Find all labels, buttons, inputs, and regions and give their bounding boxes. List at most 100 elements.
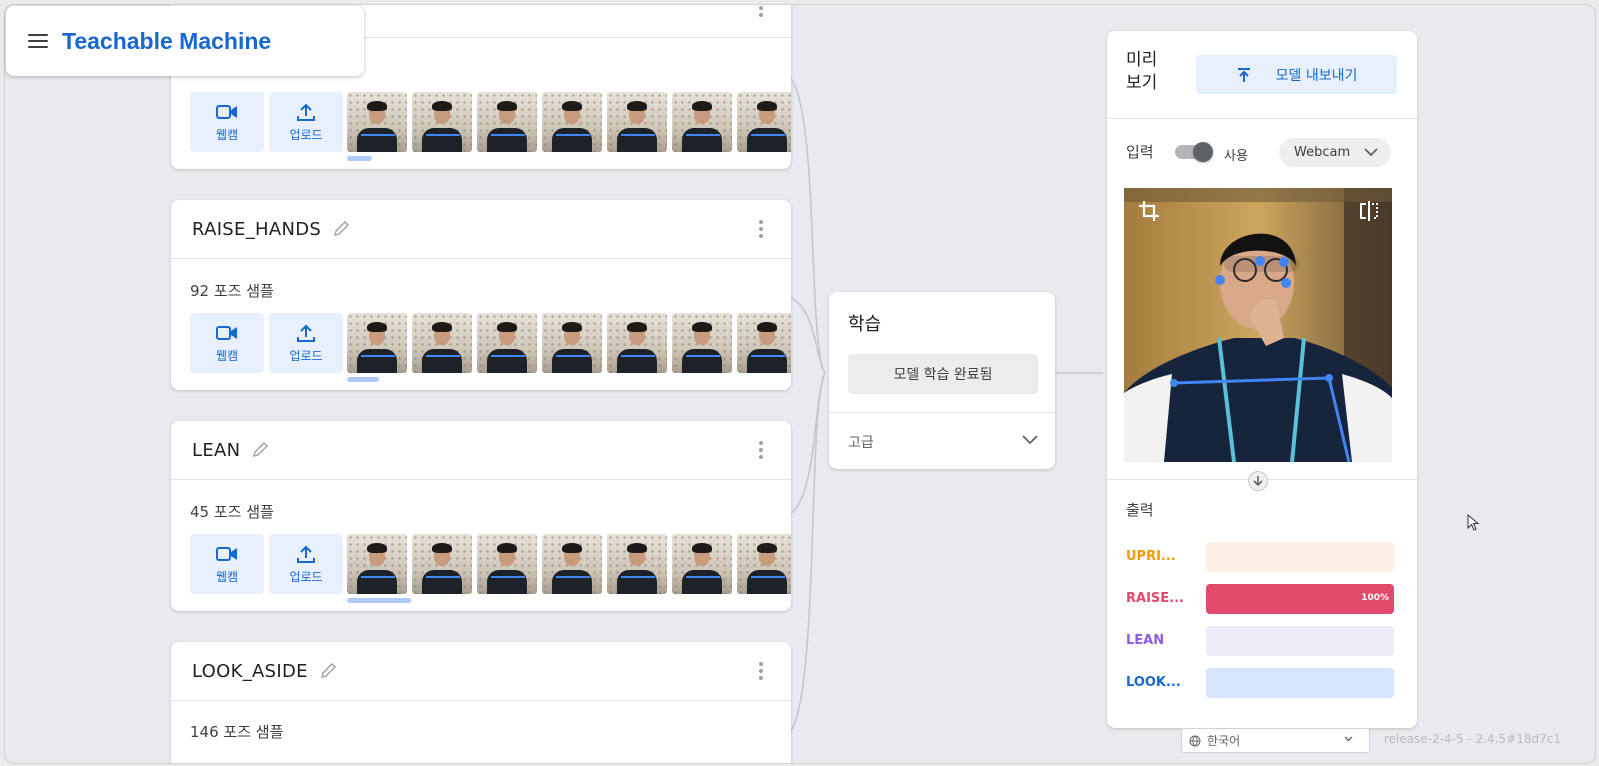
confidence-bar <box>1206 626 1394 656</box>
train-model-label: 모델 학습 완료됨 <box>893 367 993 383</box>
globe-icon <box>1189 735 1201 746</box>
language-select[interactable]: 한국어 <box>1181 728 1370 753</box>
sample-thumbnail[interactable] <box>412 534 472 594</box>
edit-pencil-icon[interactable] <box>318 661 338 681</box>
upload-icon <box>297 324 315 342</box>
sample-thumbnail[interactable] <box>737 313 791 373</box>
upload-label: 업로드 <box>289 348 323 363</box>
upload-icon <box>297 103 315 121</box>
flip-icon[interactable] <box>1358 200 1380 222</box>
more-options-icon[interactable] <box>759 441 763 459</box>
input-label: 입력 <box>1126 143 1154 161</box>
sample-thumbnail[interactable] <box>347 534 407 594</box>
input-toggle[interactable] <box>1175 142 1213 162</box>
toggle-knob <box>1193 142 1213 162</box>
export-model-label: 모델 내보내기 <box>1275 67 1358 84</box>
sample-thumbnails[interactable] <box>347 534 791 594</box>
sample-thumbnail[interactable] <box>542 92 602 152</box>
output-label: 출력 <box>1126 501 1154 519</box>
sample-thumbnail[interactable] <box>607 534 667 594</box>
output-row-lean: LEAN <box>1126 626 1394 656</box>
sample-count: 146 포즈 샘플 <box>190 723 284 741</box>
preview-card: 미리 보기 모델 내보내기 입력 사용 Webcam 출력 UPRI... RA… <box>1107 31 1417 728</box>
sample-thumbnail[interactable] <box>672 534 732 594</box>
class-name[interactable]: LOOK_ASIDE <box>192 661 308 682</box>
sample-thumbnail[interactable] <box>607 92 667 152</box>
edit-pencil-icon[interactable] <box>331 219 351 239</box>
chevron-down-icon <box>1022 435 1038 445</box>
sample-thumbnail[interactable] <box>607 313 667 373</box>
class-card-lean: LEAN 45 포즈 샘플 웹캠 업로드 <box>171 421 791 611</box>
webcam-icon <box>216 325 237 340</box>
train-model-button[interactable]: 모델 학습 완료됨 <box>848 354 1038 394</box>
edit-pencil-icon[interactable] <box>250 440 270 460</box>
class-name[interactable]: LEAN <box>192 440 240 461</box>
preview-title: 미리 보기 <box>1126 50 1158 93</box>
app-header: Teachable Machine <box>6 6 364 76</box>
webcam-button[interactable]: 웹캠 <box>190 92 264 152</box>
class-card-look-aside: LOOK_ASIDE 146 포즈 샘플 <box>171 642 791 763</box>
webcam-button[interactable]: 웹캠 <box>190 313 264 373</box>
crop-icon[interactable] <box>1138 200 1160 222</box>
more-options-icon[interactable] <box>759 5 763 17</box>
sample-thumbnail[interactable] <box>412 313 472 373</box>
version-text: release-2-4-5 - 2.4.5#18d7c1 <box>1384 732 1561 746</box>
confidence-bar <box>1206 542 1394 572</box>
upload-label: 업로드 <box>289 127 323 142</box>
confidence-bar: 100% <box>1206 584 1394 614</box>
training-title: 학습 <box>848 314 882 335</box>
webcam-frame <box>1124 188 1392 462</box>
output-class-label: RAISE... <box>1126 591 1184 606</box>
webcam-button[interactable]: 웹캠 <box>190 534 264 594</box>
export-model-button[interactable]: 모델 내보내기 <box>1196 55 1397 94</box>
output-row-look-aside: LOOK... <box>1126 668 1394 698</box>
input-source-value: Webcam <box>1294 145 1351 160</box>
sample-thumbnail[interactable] <box>737 92 791 152</box>
sample-thumbnail[interactable] <box>477 534 537 594</box>
sample-thumbnail[interactable] <box>542 313 602 373</box>
webcam-icon <box>216 546 237 561</box>
output-row-raise-hands: RAISE... 100% <box>1126 584 1394 614</box>
class-card-header: RAISE_HANDS <box>171 200 791 259</box>
sample-count: 92 포즈 샘플 <box>190 282 274 300</box>
class-name[interactable]: RAISE_HANDS <box>192 219 321 240</box>
hamburger-menu-icon[interactable] <box>28 34 48 48</box>
sample-thumbnail[interactable] <box>672 313 732 373</box>
thumbnail-scrollbar[interactable] <box>347 156 372 161</box>
sample-thumbnail[interactable] <box>737 534 791 594</box>
sample-thumbnail[interactable] <box>412 92 472 152</box>
chevron-down-icon <box>1364 148 1378 157</box>
sample-thumbnail[interactable] <box>477 92 537 152</box>
advanced-label: 고급 <box>848 435 874 451</box>
sample-thumbnail[interactable] <box>347 313 407 373</box>
output-class-label: LEAN <box>1126 633 1165 648</box>
thumbnail-scrollbar[interactable] <box>347 598 411 603</box>
more-options-icon[interactable] <box>759 662 763 680</box>
class-card-raise-hands: RAISE_HANDS 92 포즈 샘플 웹캠 업로드 <box>171 200 791 390</box>
sample-count: 45 포즈 샘플 <box>190 503 274 521</box>
upload-icon <box>297 545 315 563</box>
app-title[interactable]: Teachable Machine <box>62 28 271 55</box>
upload-button[interactable]: 업로드 <box>269 92 343 152</box>
webcam-label: 웹캠 <box>215 569 239 584</box>
advanced-toggle[interactable]: 고급 <box>829 413 1055 469</box>
webcam-label: 웹캠 <box>215 348 239 363</box>
sample-thumbnail[interactable] <box>477 313 537 373</box>
input-source-select[interactable]: Webcam <box>1279 138 1391 167</box>
sample-thumbnail[interactable] <box>542 534 602 594</box>
more-options-icon[interactable] <box>759 220 763 238</box>
confidence-bar <box>1206 668 1394 698</box>
sample-thumbnail[interactable] <box>347 92 407 152</box>
chevron-down-icon <box>1344 736 1353 742</box>
sample-thumbnails[interactable] <box>347 92 791 152</box>
upload-button[interactable]: 업로드 <box>269 534 343 594</box>
export-upload-icon <box>1237 67 1250 82</box>
sample-thumbnail[interactable] <box>672 92 732 152</box>
upload-button[interactable]: 업로드 <box>269 313 343 373</box>
upload-label: 업로드 <box>289 569 323 584</box>
thumbnail-scrollbar[interactable] <box>347 377 379 382</box>
sample-thumbnails[interactable] <box>347 313 791 373</box>
class-card-header: LEAN <box>171 421 791 480</box>
toggle-label: 사용 <box>1224 149 1248 164</box>
webcam-preview <box>1124 188 1392 462</box>
